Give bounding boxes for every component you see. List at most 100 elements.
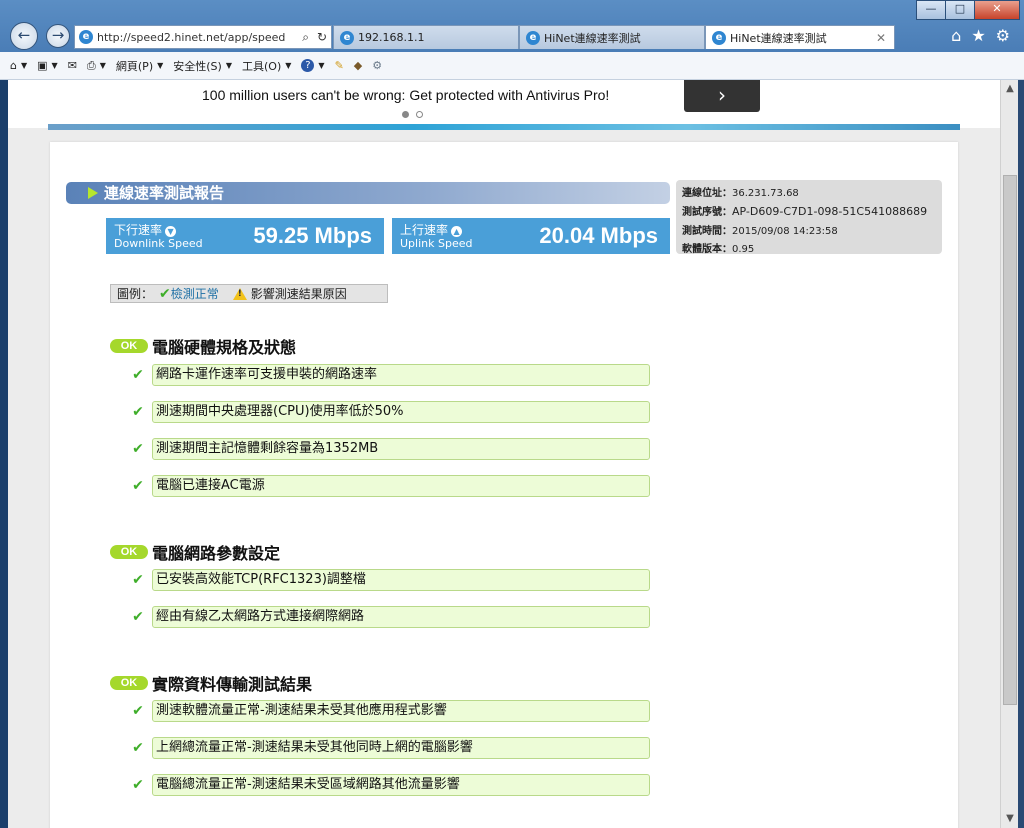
settings-gear-icon[interactable]: ⚙ [996,26,1010,45]
vertical-scrollbar[interactable]: ▲ ▼ [1000,80,1019,828]
downlink-label: 下行速率 ▼ [114,221,177,238]
chevron-down-icon: ▼ [318,61,325,70]
close-tab-icon[interactable]: ✕ [876,31,886,45]
check-icon: ✔ [159,285,171,302]
ie-page-icon: e [79,30,93,44]
up-arrow-icon: ▲ [451,226,463,237]
help-button[interactable]: ? ▼ [301,59,325,72]
section-title: 電腦網路參數設定 [152,544,281,563]
check-icon: ✔ [132,367,144,383]
uplink-speed-box: 上行速率 ▲ Uplink Speed 20.04 Mbps [392,218,670,254]
check-icon: ✔ [132,777,144,793]
check-icon: ✔ [132,572,144,588]
settings-toolbar-button[interactable]: ⚙ [372,59,382,72]
address-bar[interactable]: e http://speed2.hinet.net/app/speed ⌕ ↻ [74,25,332,49]
carousel-dot[interactable] [416,111,423,118]
tab-hinet-1[interactable]: e HiNet連線速率測試 [519,25,705,49]
tools-menu[interactable]: 工具(O) ▼ [242,58,291,74]
page-hero-strip [48,124,960,130]
mail-button[interactable]: ✉ [68,59,77,72]
addon-button[interactable]: ✎ [335,59,344,72]
tab-label: HiNet連線速率測試 [544,31,641,45]
back-button[interactable]: ← [10,22,38,50]
tab-label: HiNet連線速率測試 [730,31,827,45]
scroll-down-icon[interactable]: ▼ [1001,810,1019,828]
ok-badge: OK [110,676,148,690]
printer-icon: ⎙ [86,58,96,72]
report-title-text: 連線速率測試報告 [104,184,225,202]
result-text: 電腦總流量正常-測速結果未受區域網路其他流量影響 [152,774,650,796]
list-item: ✔ 測速期間主記憶體剩餘容量為1352MB [128,438,650,460]
address-url[interactable]: http://speed2.hinet.net/app/speed [97,31,298,44]
carousel-dot[interactable] [402,111,409,118]
chevron-down-icon: ▼ [99,61,106,70]
section-title: 電腦硬體規格及狀態 [152,338,297,357]
chevron-down-icon: ▼ [157,61,164,70]
warning-icon [232,287,247,300]
page-menu[interactable]: 網頁(P) ▼ [116,58,163,74]
refresh-icon[interactable]: ↻ [317,30,327,44]
minimize-button[interactable]: — [916,0,946,20]
result-text: 測速期間中央處理器(CPU)使用率低於50% [152,401,650,423]
ad-carousel-dots [402,111,423,118]
back-arrow-icon: ← [17,26,31,44]
version-value: 0.95 [732,244,755,255]
legend-affect: 影響測速結果原因 [250,287,347,301]
legend-label: 圖例： [117,287,154,301]
ok-badge: OK [110,545,148,559]
window-controls: — □ ✕ [916,0,1020,20]
home-icon: ⌂ [10,59,17,72]
serial-label: 測試序號： [682,207,732,218]
safety-menu-label: 安全性(S) [173,59,222,73]
mail-icon: ✉ [67,59,77,72]
section-network: OK 電腦網路參數設定 [110,542,281,563]
window-frame-right [1018,80,1024,828]
print-button[interactable]: ⎙ ▼ [87,59,106,73]
list-item: ✔ 上網總流量正常-測速結果未受其他同時上網的電腦影響 [128,737,650,759]
ie-tab-icon: e [526,30,540,45]
list-item: ✔ 電腦總流量正常-測速結果未受區域網路其他流量影響 [128,774,650,796]
forward-arrow-icon: → [51,26,65,44]
list-item: ✔ 電腦已連接AC電源 [128,475,650,497]
scrollbar-thumb[interactable] [1003,175,1017,705]
ok-badge: OK [110,339,148,353]
check-icon: ✔ [132,609,144,625]
gear-icon: ⚙ [372,59,383,72]
window-titlebar: — □ ✕ ← → e http://speed2.hinet.net/app/… [0,0,1024,52]
report-title: 連線速率測試報告 [66,182,670,204]
downlink-label-zh: 下行速率 [114,223,163,237]
favorites-star-icon[interactable]: ★ [971,26,985,45]
ad-text[interactable]: 100 million users can't be wrong: Get pr… [202,87,609,103]
addon-icon: ✎ [334,59,344,72]
time-row: 測試時間：2015/09/08 14:23:58 [682,222,838,237]
list-item: ✔ 測速軟體流量正常-測速結果未受其他應用程式影響 [128,700,650,722]
maximize-button[interactable]: □ [945,0,975,20]
tab-hinet-active[interactable]: e HiNet連線速率測試 ✕ [705,25,895,49]
rss-icon: ▣ [37,59,48,72]
ad-banner[interactable]: 100 million users can't be wrong: Get pr… [8,80,1000,128]
home-toolbar-button[interactable]: ⌂ ▼ [10,59,27,72]
uplink-label: 上行速率 ▲ [400,221,463,238]
ad-next-button[interactable]: › [684,80,760,112]
list-item: ✔ 已安裝高效能TCP(RFC1323)調整檔 [128,569,650,591]
forward-button[interactable]: → [46,24,70,48]
list-item: ✔ 經由有線乙太網路方式連接網際網路 [128,606,650,628]
home-icon[interactable]: ⌂ [951,26,961,45]
close-button[interactable]: ✕ [974,0,1020,20]
downlink-label-en: Downlink Speed [114,237,203,250]
tools-menu-label: 工具(O) [242,59,282,73]
tab-label: 192.168.1.1 [358,31,425,44]
result-text: 測速軟體流量正常-測速結果未受其他應用程式影響 [152,700,650,722]
downlink-speed-box: 下行速率 ▼ Downlink Speed 59.25 Mbps [106,218,384,254]
research-button[interactable]: ◆ [354,59,362,72]
section-title: 實際資料傳輸測試結果 [152,675,313,694]
check-icon: ✔ [132,441,144,457]
page-viewport: 100 million users can't be wrong: Get pr… [8,80,1000,828]
time-label: 測試時間： [682,226,732,237]
tab-router[interactable]: e 192.168.1.1 [333,25,519,49]
search-icon[interactable]: ⌕ [302,30,309,45]
feeds-button[interactable]: ▣ ▼ [37,59,58,72]
scroll-up-icon[interactable]: ▲ [1001,80,1019,98]
page-menu-label: 網頁(P) [115,59,154,73]
safety-menu[interactable]: 安全性(S) ▼ [173,58,232,74]
